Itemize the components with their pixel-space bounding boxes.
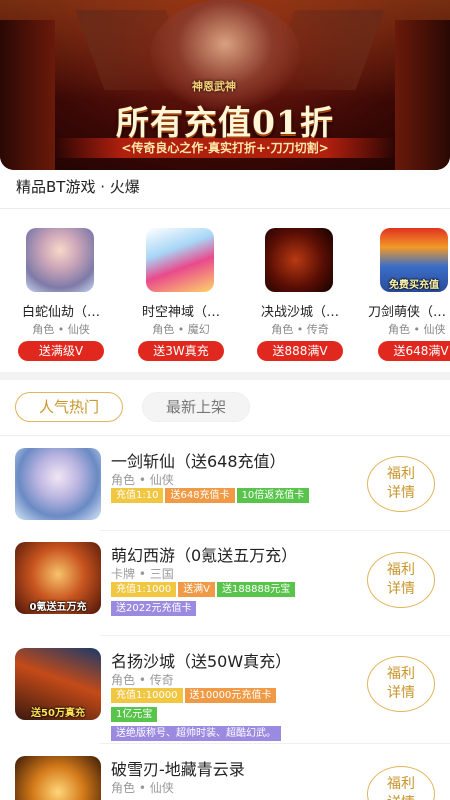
featured-game-badge[interactable]: 送3W真充 — [138, 341, 224, 361]
game-icon-juezhan[interactable] — [265, 228, 333, 292]
game-name: 破雪刃-地藏青云录 — [111, 760, 245, 779]
banner-subline: <传奇良心之作·真实打折+·刀刀切割> — [55, 138, 395, 158]
game-name: 名扬沙城（送50W真充） — [111, 652, 292, 671]
game-icon-yijian[interactable] — [15, 448, 101, 520]
banner-logo: 神恩武神 — [192, 80, 236, 93]
section-separator — [0, 372, 450, 380]
game-icon-caption: 送50万真充 — [31, 708, 85, 719]
game-tags: 卡牌 • 三国 — [111, 567, 174, 581]
welfare-button-line1: 福利 — [387, 776, 415, 792]
welfare-details-button[interactable]: 福利 详情 — [367, 456, 435, 512]
game-icon-caption: 0氪送五万充 — [29, 602, 87, 613]
featured-game-card[interactable]: 决战沙城（… 角色 • 传奇 送888满V — [245, 228, 355, 364]
welfare-button-line2: 详情 — [387, 685, 415, 701]
game-icon-shikong[interactable] — [146, 228, 214, 292]
row-divider — [100, 530, 450, 531]
welfare-button-line1: 福利 — [387, 562, 415, 578]
featured-game-name: 刀剑萌侠（… — [368, 305, 447, 320]
game-chip: 10倍返充值卡 — [236, 488, 310, 503]
welfare-details-button[interactable]: 福利 详情 — [367, 552, 435, 608]
banner-pillar-right — [395, 20, 450, 170]
welfare-button-line1: 福利 — [387, 466, 415, 482]
game-name: 一剑斩仙（送648充值） — [111, 452, 286, 471]
row-divider — [100, 743, 450, 744]
game-icon-daojian[interactable]: 免费买充值 — [380, 228, 448, 292]
game-chips: 充值1:10 送648充值卡 10倍返充值卡 — [111, 488, 356, 507]
game-icon-baishe[interactable] — [26, 228, 94, 292]
featured-game-name: 决战沙城（… — [260, 305, 339, 320]
welfare-button-line2: 详情 — [368, 794, 434, 800]
game-chip: 1亿元宝 — [111, 707, 158, 722]
featured-game-tags: 角色 • 传奇 — [271, 323, 329, 336]
game-list-item[interactable]: 送50万真充 名扬沙城（送50W真充） 角色 • 传奇 充值1:10000 送10… — [0, 648, 450, 741]
tab-new[interactable]: 最新上架 — [142, 392, 250, 422]
featured-game-tags: 角色 • 魔幻 — [152, 323, 210, 336]
tab-hot[interactable]: 人气热门 — [15, 392, 123, 422]
banner-headline: 所有充值01折 — [116, 103, 334, 142]
game-list-item[interactable]: 0氪送五万充 萌幻西游（0氪送五万充） 卡牌 • 三国 充值1:1000 送满V 送… — [0, 542, 450, 622]
game-chip: 充值1:1000 — [111, 582, 177, 597]
featured-game-card[interactable]: 时空神域（… 角色 • 魔幻 送3W真充 — [126, 228, 236, 364]
welfare-button-line2: 详情 — [387, 581, 415, 597]
game-list-item[interactable]: 一剑斩仙（送648充值） 角色 • 仙侠 充值1:10 送648充值卡 10倍返充值… — [0, 448, 450, 528]
game-chip: 充值1:10 — [111, 488, 164, 503]
welfare-details-button[interactable]: 福利 详情 — [367, 766, 435, 800]
game-chip: 送10000元充值卡 — [184, 688, 277, 703]
featured-game-name: 白蛇仙劫（… — [21, 305, 100, 320]
game-chip: 送绝版称号、超帅时装、超酷幻武。 — [111, 726, 281, 741]
game-tags: 角色 • 仙侠 — [111, 781, 174, 795]
featured-game-badge[interactable]: 送888满V — [257, 341, 343, 361]
game-tags: 角色 • 传奇 — [111, 673, 174, 687]
promo-banner[interactable]: 神恩武神 所有充值01折 <传奇良心之作·真实打折+·刀刀切割> — [0, 0, 450, 170]
game-tags: 角色 • 仙侠 — [111, 473, 174, 487]
featured-game-name: 时空神域（… — [141, 305, 220, 320]
game-icon-poxue[interactable] — [15, 756, 101, 800]
game-name: 萌幻西游（0氪送五万充） — [111, 546, 298, 565]
section-title: 精品BT游戏 · 火爆 — [16, 178, 140, 196]
game-chip: 充值1:10000 — [111, 688, 183, 703]
game-chip: 送648充值卡 — [165, 488, 235, 503]
game-chips: 充值1:1000 送满V 送188888元宝送2022元充值卡 — [111, 582, 356, 620]
featured-games-row[interactable]: 白蛇仙劫（… 角色 • 仙侠 送满级V 时空神域（… 角色 • 魔幻 送3W真充… — [0, 228, 450, 368]
game-chip: 送188888元宝 — [217, 582, 296, 597]
game-chips: 充值1:10000 送10000元充值卡 1亿元宝送绝版称号、超帅时装、超酷幻武。 — [111, 688, 356, 745]
welfare-details-button[interactable]: 福利 详情 — [367, 656, 435, 712]
featured-game-badge[interactable]: 送648满V — [378, 341, 450, 361]
featured-game-card[interactable]: 免费买充值 刀剑萌侠（… 角色 • 仙侠 送648满V — [360, 228, 450, 364]
game-list-item[interactable]: 破雪刃-地藏青云录 角色 • 仙侠 福利 详情 — [0, 756, 450, 800]
featured-game-tags: 角色 • 仙侠 — [388, 323, 446, 336]
featured-game-tags: 角色 • 仙侠 — [32, 323, 90, 336]
divider — [0, 208, 450, 209]
featured-game-card[interactable]: 白蛇仙劫（… 角色 • 仙侠 送满级V — [6, 228, 116, 364]
featured-game-badge[interactable]: 送满级V — [18, 341, 104, 361]
banner-pillar-left — [0, 20, 55, 170]
welfare-button-line1: 福利 — [387, 666, 415, 682]
row-divider — [100, 635, 450, 636]
game-chip: 送2022元充值卡 — [111, 601, 197, 616]
divider — [0, 435, 450, 436]
welfare-button-line2: 详情 — [387, 485, 415, 501]
game-chip: 送满V — [178, 582, 216, 597]
game-icon-mingyang[interactable]: 送50万真充 — [15, 648, 101, 720]
game-icon-caption: 免费买充值 — [389, 280, 439, 291]
game-icon-menghuan[interactable]: 0氪送五万充 — [15, 542, 101, 614]
